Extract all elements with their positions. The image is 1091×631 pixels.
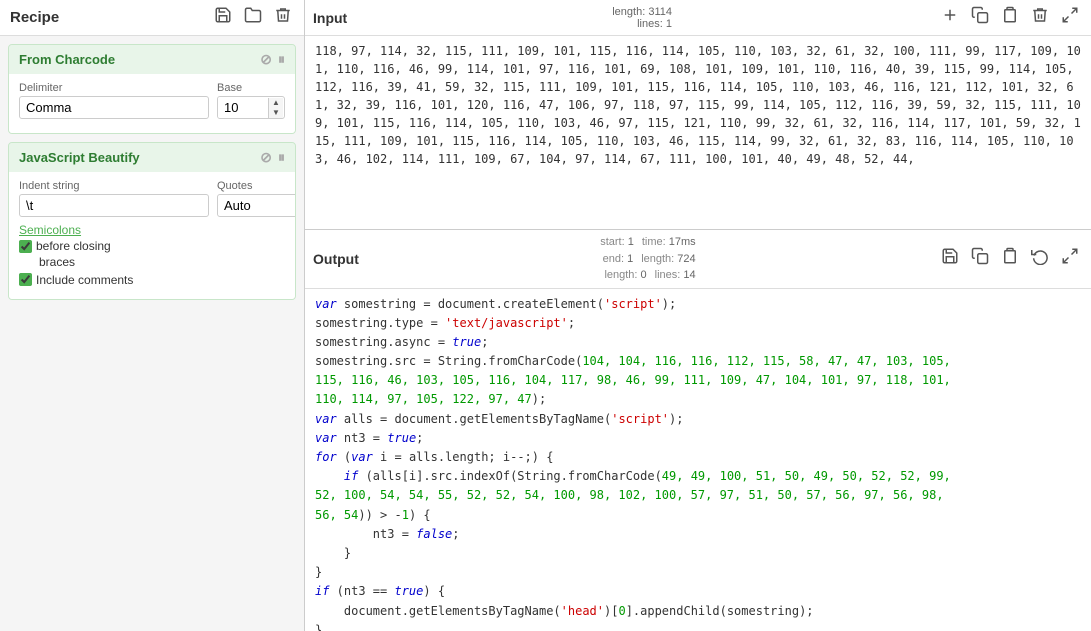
output-length3-label: length: 0 — [604, 267, 646, 284]
base-label: Base — [217, 82, 285, 94]
output-code[interactable]: var somestring = document.createElement(… — [305, 289, 1091, 631]
output-undo-button[interactable] — [1027, 245, 1053, 272]
delete-recipe-button[interactable] — [272, 6, 294, 29]
input-actions — [937, 4, 1083, 31]
before-closing-checkbox[interactable] — [19, 240, 32, 253]
recipe-title: Recipe — [10, 9, 59, 26]
output-actions — [937, 245, 1083, 272]
input-toolbar: Input length: 3114 lines: 1 — [305, 0, 1091, 36]
js-disable-icon[interactable]: ⊘ — [260, 149, 272, 166]
indent-label: Indent string — [19, 180, 209, 192]
from-charcode-section: From Charcode ⊘ ⏸ Delimiter Base ▲ — [8, 44, 296, 134]
output-meta-line1: start: 1 time: 17ms — [600, 234, 695, 251]
output-expand-button[interactable] — [1057, 245, 1083, 272]
base-group: Base ▲ ▼ — [217, 82, 285, 119]
pause-icon[interactable]: ⏸ — [278, 51, 285, 68]
folder-button[interactable] — [242, 6, 264, 29]
semicolons-group: Semicolons before closing braces — [19, 223, 285, 269]
js-pause-icon[interactable]: ⏸ — [278, 149, 285, 166]
input-add-button[interactable] — [937, 4, 963, 31]
js-fields-row1: Indent string Quotes — [19, 180, 285, 217]
output-time-label: time: 17ms — [642, 234, 696, 251]
js-beautify-header: JavaScript Beautify ⊘ ⏸ — [9, 143, 295, 172]
semicolons-label[interactable]: Semicolons — [19, 223, 285, 237]
output-meta: start: 1 time: 17ms end: 1 length: 724 l… — [600, 234, 695, 284]
spin-up[interactable]: ▲ — [269, 98, 283, 108]
quotes-input[interactable] — [217, 194, 296, 217]
include-comments-row: Include comments — [19, 273, 285, 287]
from-charcode-body: Delimiter Base ▲ ▼ — [9, 74, 295, 133]
output-toolbar: Output start: 1 time: 17ms end: 1 length… — [305, 230, 1091, 289]
recipe-header: Recipe — [0, 0, 304, 36]
input-paste-button[interactable] — [997, 4, 1023, 31]
input-title: Input — [313, 10, 347, 26]
output-lines-label: lines: 14 — [655, 267, 696, 284]
input-expand-button[interactable] — [1057, 4, 1083, 31]
from-charcode-controls: ⊘ ⏸ — [260, 51, 285, 68]
output-start-label: start: 1 — [600, 234, 634, 251]
input-section: Input length: 3114 lines: 1 — [305, 0, 1091, 230]
from-charcode-header: From Charcode ⊘ ⏸ — [9, 45, 295, 74]
base-input[interactable] — [218, 97, 268, 118]
save-button[interactable] — [212, 6, 234, 29]
braces-row: braces — [39, 255, 285, 269]
spin-down[interactable]: ▼ — [269, 108, 283, 118]
spin-controls: ▲ ▼ — [268, 98, 283, 118]
output-end-label: end: 1 — [603, 251, 634, 268]
charcode-fields: Delimiter Base ▲ ▼ — [19, 82, 285, 119]
recipe-toolbar — [212, 6, 294, 29]
input-meta: length: 3114 lines: 1 — [612, 6, 672, 30]
delimiter-label: Delimiter — [19, 82, 209, 94]
output-section: Output start: 1 time: 17ms end: 1 length… — [305, 230, 1091, 631]
include-comments-label: Include comments — [36, 273, 133, 287]
output-length2-label: length: 724 — [641, 251, 695, 268]
base-spinner: ▲ ▼ — [217, 96, 285, 119]
input-delete-button[interactable] — [1027, 4, 1053, 31]
js-beautify-body: Indent string Quotes Semicolons before c… — [9, 172, 295, 299]
quotes-group: Quotes — [217, 180, 296, 217]
input-copy-button[interactable] — [967, 4, 993, 31]
indent-group: Indent string — [19, 180, 209, 217]
input-length-meta: length: 3114 — [612, 6, 672, 18]
output-title: Output — [313, 251, 359, 267]
js-beautify-section: JavaScript Beautify ⊘ ⏸ Indent string Qu… — [8, 142, 296, 300]
from-charcode-title: From Charcode — [19, 52, 115, 67]
quotes-label: Quotes — [217, 180, 296, 192]
output-meta-line3: length: 0 lines: 14 — [604, 267, 695, 284]
braces-label: braces — [39, 255, 75, 269]
output-save-button[interactable] — [937, 245, 963, 272]
output-copy-button[interactable] — [967, 245, 993, 272]
js-beautify-title: JavaScript Beautify — [19, 150, 140, 165]
before-closing-label: before closing — [36, 239, 111, 253]
output-meta-line2: end: 1 length: 724 — [603, 251, 696, 268]
delimiter-input[interactable] — [19, 96, 209, 119]
include-comments-checkbox[interactable] — [19, 273, 32, 286]
js-beautify-controls: ⊘ ⏸ — [260, 149, 285, 166]
output-paste-button[interactable] — [997, 245, 1023, 272]
disable-icon[interactable]: ⊘ — [260, 51, 272, 68]
input-lines-meta: lines: 1 — [637, 18, 672, 30]
before-closing-row: before closing — [19, 239, 285, 253]
input-code[interactable]: 118, 97, 114, 32, 115, 111, 109, 101, 11… — [305, 36, 1091, 229]
delimiter-group: Delimiter — [19, 82, 209, 119]
indent-input[interactable] — [19, 194, 209, 217]
